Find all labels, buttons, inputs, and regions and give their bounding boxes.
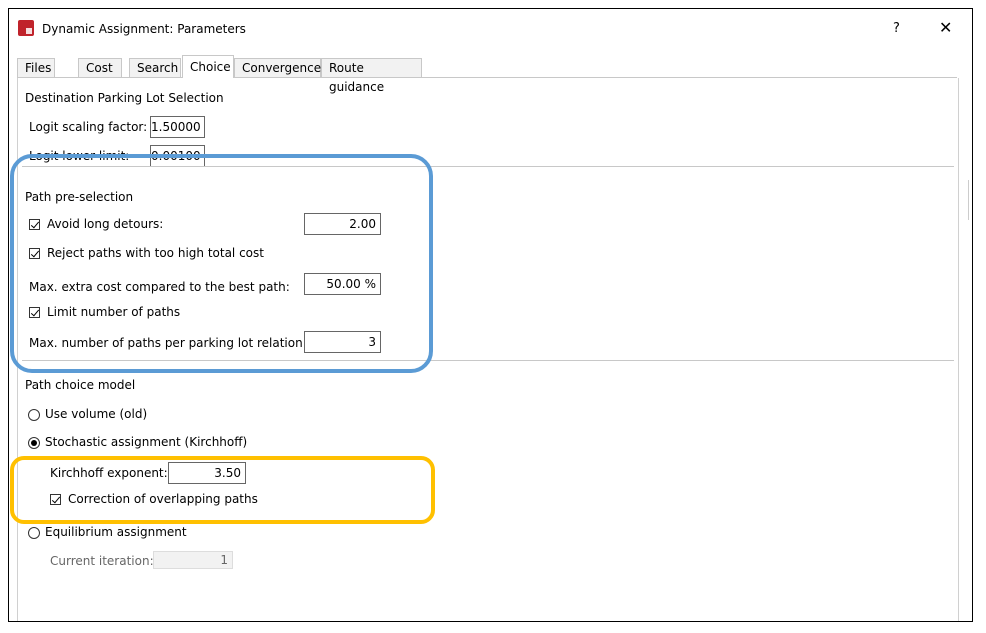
tab-bar: Files Cost Search Choice Convergence Rou…: [17, 55, 957, 94]
tab-files[interactable]: Files: [17, 58, 55, 77]
tab-route-guidance[interactable]: Route guidance: [321, 58, 422, 94]
destination-heading: Destination Parking Lot Selection: [25, 91, 224, 105]
current-iteration-field: 1: [153, 551, 233, 569]
equilibrium-label: Equilibrium assignment: [45, 525, 187, 539]
stochastic-radio[interactable]: [28, 437, 40, 449]
choice-model-heading: Path choice model: [25, 378, 136, 392]
current-iteration-label: Current iteration:: [50, 554, 154, 568]
use-volume-radio[interactable]: [28, 409, 40, 421]
equilibrium-radio[interactable]: [28, 527, 40, 539]
app-icon: [18, 20, 34, 36]
tab-choice[interactable]: Choice: [182, 55, 234, 78]
help-button[interactable]: ?: [893, 21, 900, 36]
logit-scaling-label: Logit scaling factor:: [29, 120, 148, 134]
title-bar: Dynamic Assignment: Parameters ? ✕: [9, 9, 972, 47]
logit-scaling-input[interactable]: 1.50000: [150, 116, 205, 138]
tab-convergence[interactable]: Convergence: [234, 58, 321, 77]
tab-cost[interactable]: Cost: [78, 58, 122, 77]
background-window-edge: [968, 180, 973, 220]
overlap-correction-highlight: [10, 456, 435, 524]
stochastic-label: Stochastic assignment (Kirchhoff): [45, 435, 248, 449]
path-preselection-highlight: [10, 154, 433, 373]
close-button[interactable]: ✕: [939, 18, 952, 37]
tab-search[interactable]: Search: [129, 58, 181, 77]
use-volume-label: Use volume (old): [45, 407, 148, 421]
window-title: Dynamic Assignment: Parameters: [42, 22, 246, 36]
